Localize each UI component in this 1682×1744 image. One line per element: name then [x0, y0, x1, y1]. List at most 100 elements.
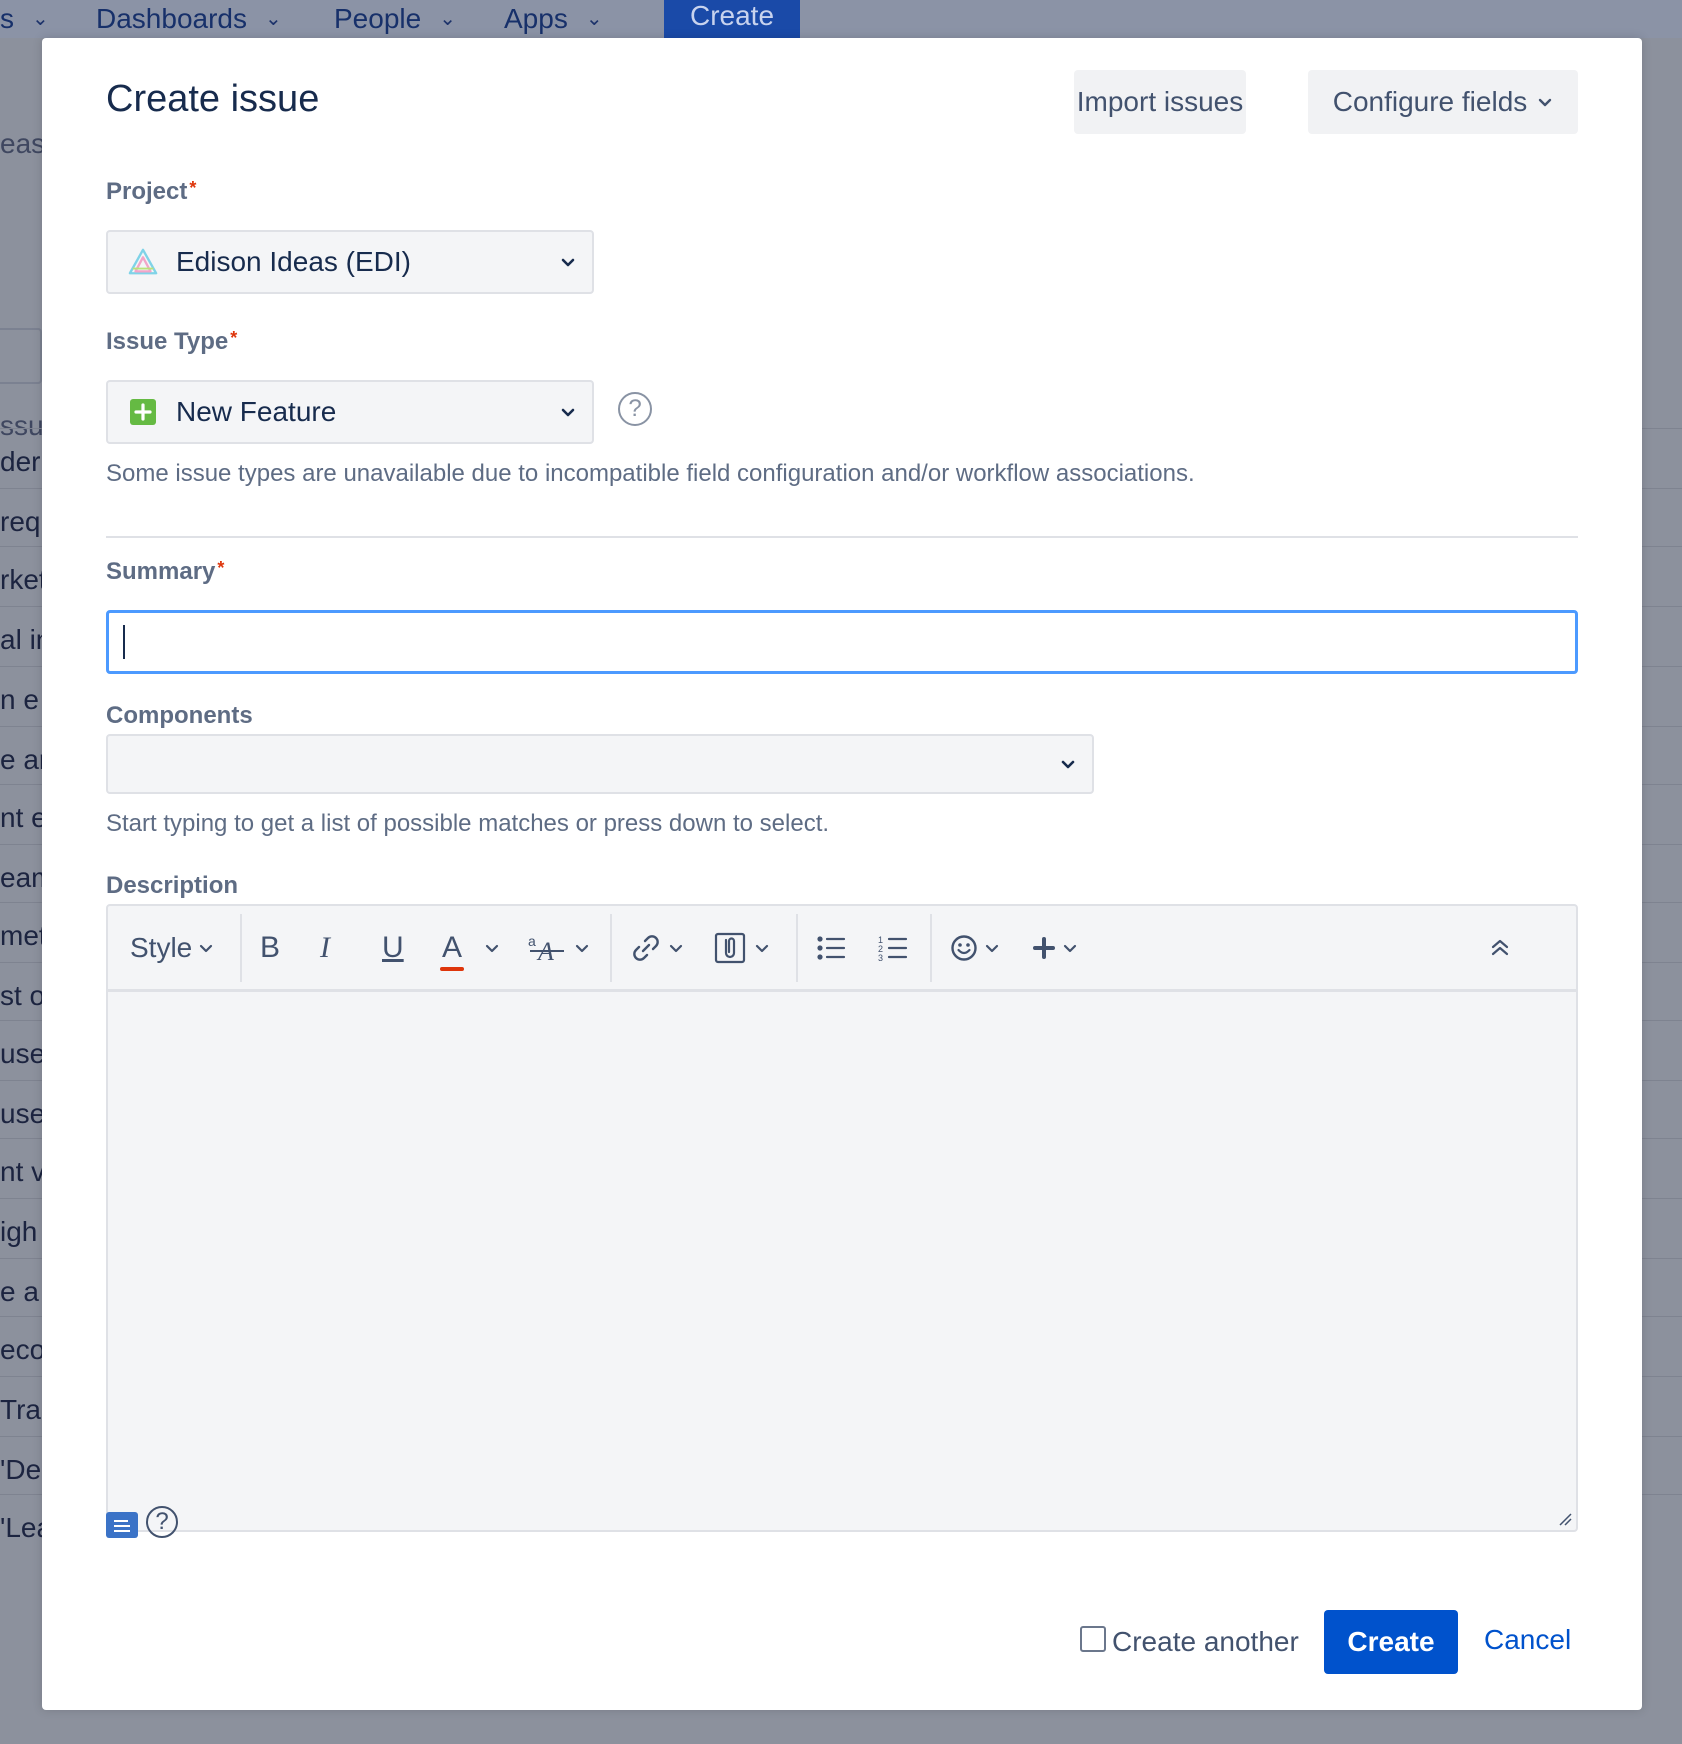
- toolbar-separator: [240, 914, 242, 982]
- create-button-label: Create: [1347, 1626, 1435, 1657]
- configure-fields-button[interactable]: Configure fields: [1308, 70, 1578, 134]
- underline-button[interactable]: U: [382, 926, 404, 970]
- description-editor[interactable]: Style B I U A a A 1 2 3: [106, 904, 1578, 1532]
- nav-item-label: Dashboards: [96, 3, 247, 34]
- text-color-swatch: [440, 967, 465, 971]
- nav-item-partial[interactable]: s ⌄: [0, 0, 49, 38]
- import-issues-button[interactable]: Import issues: [1074, 70, 1246, 134]
- components-hint: Start typing to get a list of possible m…: [106, 810, 830, 837]
- top-navigation: s ⌄ Dashboards ⌄ People ⌄ Apps ⌄ Create: [0, 0, 1682, 38]
- bg-side-label: eas: [0, 128, 46, 159]
- bold-button[interactable]: B: [260, 926, 280, 970]
- components-select[interactable]: [106, 734, 1094, 794]
- attachment-button[interactable]: [714, 926, 770, 970]
- svg-text:a: a: [528, 933, 536, 949]
- chevron-down-icon: ⌄: [585, 8, 603, 30]
- emoji-icon: [951, 935, 977, 961]
- create-issue-dialog: Create issue Import issues Configure fie…: [42, 38, 1642, 1710]
- components-label: Components: [106, 702, 253, 730]
- link-icon: [633, 935, 659, 961]
- plus-icon: [1033, 937, 1055, 959]
- chevron-down-icon: [575, 944, 589, 953]
- chevron-down-icon: ⌄: [32, 8, 49, 30]
- text-color-icon: A: [440, 931, 465, 971]
- underline-icon: U: [382, 931, 404, 964]
- project-select[interactable]: Edison Ideas (EDI): [106, 230, 594, 294]
- create-another-label[interactable]: Create another: [1112, 1626, 1299, 1658]
- style-dropdown[interactable]: Style: [130, 926, 214, 970]
- help-icon[interactable]: ?: [146, 1506, 178, 1538]
- help-icon[interactable]: ?: [618, 392, 652, 426]
- nav-item-dashboards[interactable]: Dashboards ⌄: [96, 0, 282, 38]
- components-label-text: Components: [106, 702, 253, 729]
- toolbar-separator: [796, 914, 798, 982]
- section-divider: [106, 536, 1578, 538]
- issue-type-label: Issue Type *: [106, 328, 237, 356]
- editor-toolbar: Style B I U A a A 1 2 3: [108, 906, 1576, 992]
- chevron-down-icon: [561, 408, 575, 417]
- wiki-markup-icon[interactable]: [106, 1512, 138, 1538]
- bold-icon: B: [260, 931, 281, 964]
- summary-label-text: Summary: [106, 558, 216, 585]
- resize-handle-icon[interactable]: [1558, 1512, 1572, 1526]
- collapse-icon: [1491, 939, 1509, 956]
- description-textarea[interactable]: [108, 995, 1576, 1530]
- issue-type-select[interactable]: New Feature: [106, 380, 594, 444]
- svg-text:3: 3: [878, 953, 883, 961]
- style-dropdown-label: Style: [130, 932, 193, 963]
- numbered-list-button[interactable]: 1 2 3: [878, 926, 908, 970]
- text-styles-icon: a A: [528, 933, 564, 964]
- chevron-down-icon: [1063, 944, 1077, 953]
- dialog-title: Create issue: [106, 78, 320, 120]
- text-color-button[interactable]: A: [440, 926, 500, 971]
- create-button[interactable]: Create: [1324, 1610, 1458, 1674]
- nav-item-apps[interactable]: Apps ⌄: [504, 0, 603, 38]
- project-avatar-icon: [128, 247, 158, 277]
- bullet-list-icon: [817, 936, 846, 960]
- new-feature-icon: [128, 397, 158, 427]
- cancel-button[interactable]: Cancel: [1484, 1624, 1571, 1656]
- chevron-down-icon: [1061, 760, 1075, 769]
- italic-button[interactable]: I: [320, 926, 330, 970]
- nav-item-label: People: [334, 3, 422, 34]
- chevron-down-icon: [669, 944, 683, 953]
- collapse-toolbar-button[interactable]: [1488, 926, 1512, 970]
- configure-fields-label: Configure fields: [1332, 86, 1528, 117]
- description-label-text: Description: [106, 872, 239, 899]
- required-marker: *: [189, 178, 197, 198]
- insert-more-button[interactable]: [1032, 926, 1078, 970]
- text-cursor: [123, 625, 125, 659]
- nav-item-people[interactable]: People ⌄: [334, 0, 456, 38]
- bg-search-box: [0, 328, 42, 384]
- nav-item-label: Apps: [504, 3, 568, 34]
- import-issues-label: Import issues: [1076, 86, 1244, 117]
- toolbar-separator: [610, 914, 612, 982]
- issue-type-select-value: New Feature: [176, 396, 337, 427]
- bullet-list-button[interactable]: [816, 926, 846, 970]
- link-button[interactable]: [630, 926, 684, 970]
- toolbar-separator: [930, 914, 932, 982]
- project-label: Project *: [106, 178, 196, 206]
- required-marker: *: [230, 328, 238, 348]
- chevron-down-icon: [561, 258, 575, 267]
- chevron-down-icon: [1539, 98, 1552, 107]
- chevron-down-icon: [200, 944, 213, 953]
- italic-icon: I: [320, 931, 330, 964]
- chevron-down-icon: [985, 944, 999, 953]
- nav-item-label: s: [0, 3, 14, 34]
- issue-type-label-text: Issue Type: [106, 328, 229, 355]
- chevron-down-icon: ⌄: [439, 8, 456, 30]
- attachment-icon: [714, 932, 746, 964]
- emoji-button[interactable]: [950, 926, 1000, 970]
- more-text-formatting-button[interactable]: a A: [528, 926, 590, 970]
- summary-label: Summary *: [106, 558, 224, 586]
- create-another-checkbox[interactable]: [1080, 1626, 1106, 1652]
- description-label: Description: [106, 872, 238, 900]
- numbered-list-icon: 1 2 3: [878, 935, 908, 961]
- chevron-down-icon: [485, 944, 499, 953]
- required-marker: *: [217, 558, 225, 578]
- text-color-glyph: A: [442, 931, 463, 964]
- chevron-down-icon: [755, 944, 769, 953]
- nav-create-button[interactable]: Create: [664, 0, 800, 38]
- summary-input[interactable]: [106, 610, 1578, 674]
